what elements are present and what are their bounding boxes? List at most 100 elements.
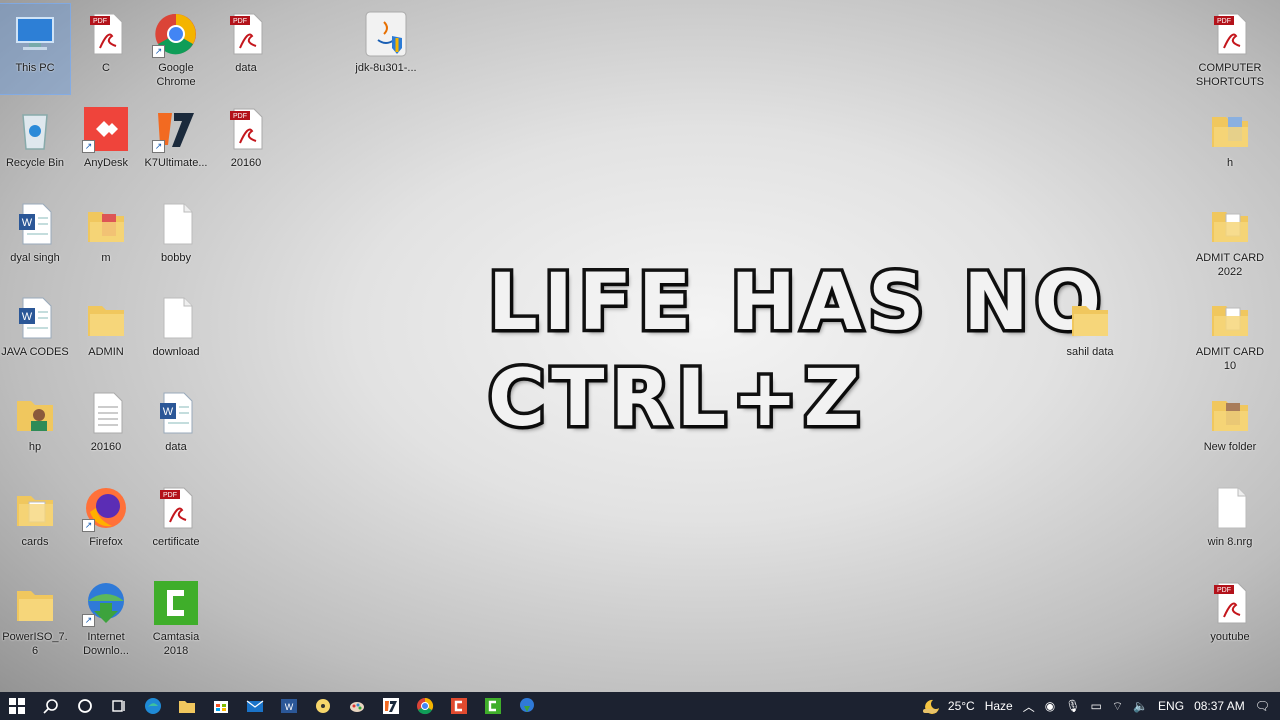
word-doc-icon: W <box>11 200 59 248</box>
weather-temp[interactable]: 25°C <box>948 699 975 713</box>
desktop-icon-label: Google Chrome <box>156 62 196 88</box>
shortcut-arrow-icon: ↗ <box>152 45 165 58</box>
svg-text:PDF: PDF <box>233 113 247 120</box>
desktop-icon-label: data <box>235 62 257 74</box>
desktop-icon-dyal-singh[interactable]: W dyal singh <box>0 194 70 284</box>
mail-icon <box>246 700 264 712</box>
desktop-icon-label: certificate <box>152 536 200 548</box>
desktop-icon-admit-card-2022[interactable]: ADMIT CARD 2022 <box>1195 194 1265 284</box>
desktop-icon-recycle-bin[interactable]: Recycle Bin <box>0 99 70 189</box>
desktop-icon-computer-shortcuts[interactable]: PDF COMPUTER SHORTCUTS <box>1195 4 1265 94</box>
svg-text:PDF: PDF <box>93 18 107 25</box>
word-doc-icon: W <box>11 294 59 342</box>
language-indicator[interactable]: ENG <box>1158 699 1184 713</box>
desktop-icon-bobby[interactable]: bobby <box>141 194 211 284</box>
desktop-icon-java-codes[interactable]: W JAVA CODES <box>0 288 70 378</box>
weather-condition[interactable]: Haze <box>985 699 1013 713</box>
svg-text:W: W <box>285 702 294 712</box>
taskbar-idm[interactable] <box>510 692 544 720</box>
desktop-icon-anydesk[interactable]: ↗ AnyDesk <box>71 99 141 189</box>
desktop-icon-poweriso[interactable]: PowerISO_7.6 <box>0 573 70 663</box>
pdf-file-icon: PDF <box>222 105 270 153</box>
desktop-icon-data-doc[interactable]: W data <box>141 383 211 473</box>
desktop-icon-label: sahil data <box>1066 346 1114 358</box>
desktop-icon-label: This PC <box>15 62 55 74</box>
desktop-icon-win8-nrg[interactable]: win 8.nrg <box>1195 478 1265 568</box>
desktop-icon-cards[interactable]: cards <box>0 478 70 568</box>
word-doc-icon: W <box>152 389 200 437</box>
desktop-icon-new-folder[interactable]: New folder <box>1195 383 1265 473</box>
taskbar-file-explorer[interactable] <box>170 692 204 720</box>
taskbar-paint[interactable] <box>340 692 374 720</box>
desktop-icon-label: ADMIT CARD 10 <box>1195 346 1265 372</box>
desktop-icon-sahil-data[interactable]: sahil data <box>1055 288 1125 378</box>
k7-icon <box>383 698 399 714</box>
desktop-icon-idm[interactable]: ↗ Internet Downlo... <box>71 573 141 663</box>
notification-icon[interactable]: 🗨 <box>1255 699 1270 713</box>
task-view-button[interactable] <box>102 692 136 720</box>
desktop-icon-label: 20160 <box>90 441 122 453</box>
desktop[interactable]: LIFE HAS NO CTRL+Z This PC Recycle Bin W… <box>0 0 1280 692</box>
desktop-icon-google-chrome[interactable]: ↗ Google Chrome <box>141 4 211 94</box>
paint-icon <box>350 702 364 712</box>
microphone-icon[interactable]: 🎙 <box>1065 699 1080 713</box>
folder-icon <box>82 294 130 342</box>
taskbar-store[interactable] <box>204 692 238 720</box>
cortana-button[interactable] <box>68 692 102 720</box>
taskbar-media-player[interactable] <box>306 692 340 720</box>
taskbar-camtasia[interactable] <box>476 692 510 720</box>
desktop-icon-m[interactable]: m <box>71 194 141 284</box>
taskbar-edge[interactable] <box>136 692 170 720</box>
edge-icon <box>145 698 161 714</box>
desktop-icon-c[interactable]: PDF C <box>71 4 141 94</box>
folder-icon <box>1206 105 1254 153</box>
wifi-icon[interactable]: ⌔ <box>1112 699 1123 714</box>
k7-icon: ↗ <box>152 105 200 153</box>
folder-icon <box>82 200 130 248</box>
desktop-icon-admit-card-10[interactable]: ADMIT CARD 10 <box>1195 288 1265 378</box>
battery-icon[interactable]: ▭ <box>1090 699 1101 713</box>
desktop-icon-label: JAVA CODES <box>1 346 69 358</box>
desktop-icon-hp[interactable]: hp <box>0 383 70 473</box>
desktop-icon-admin[interactable]: ADMIN <box>71 288 141 378</box>
system-tray: 25°C Haze ︿ ◉ 🎙 ▭ ⌔ 🔈 ENG 08:37 AM 🗨 <box>921 692 1280 720</box>
folder-icon <box>1066 294 1114 342</box>
desktop-icon-download[interactable]: download <box>141 288 211 378</box>
desktop-icon-20160-pdf[interactable]: PDF 20160 <box>211 99 281 189</box>
taskbar-chrome[interactable] <box>408 692 442 720</box>
folder-icon <box>1206 389 1254 437</box>
pdf-file-icon: PDF <box>222 10 270 58</box>
volume-icon[interactable]: 🔈 <box>1133 699 1148 713</box>
record-icon[interactable]: ◉ <box>1045 699 1055 713</box>
desktop-icon-firefox[interactable]: ↗ Firefox <box>71 478 141 568</box>
desktop-icon-label: ADMIN <box>88 346 124 358</box>
taskbar-camtasia-recorder[interactable] <box>442 692 476 720</box>
desktop-icon-certificate[interactable]: PDF certificate <box>141 478 211 568</box>
search-button[interactable] <box>34 692 68 720</box>
taskbar: W 25°C Haze ︿ ◉ 🎙 ▭ ⌔ 🔈 ENG 08:37 AM 🗨 <box>0 692 1280 720</box>
chrome-icon: ↗ <box>152 10 200 58</box>
camtasia-recorder-icon <box>451 698 467 714</box>
desktop-icon-label: bobby <box>161 252 191 264</box>
desktop-icon-20160-text[interactable]: 20160 <box>71 383 141 473</box>
svg-text:W: W <box>163 406 174 418</box>
desktop-icon-data-pdf[interactable]: PDF data <box>211 4 281 94</box>
chevron-up-icon[interactable]: ︿ <box>1023 698 1035 715</box>
recycle-bin-icon <box>11 105 59 153</box>
desktop-icon-this-pc[interactable]: This PC <box>0 3 71 95</box>
word-icon: W <box>281 699 297 713</box>
start-button[interactable] <box>0 692 34 720</box>
taskbar-mail[interactable] <box>238 692 272 720</box>
desktop-icon-youtube[interactable]: PDF youtube <box>1195 573 1265 663</box>
taskbar-k7[interactable] <box>374 692 408 720</box>
desktop-icon-jdk[interactable]: jdk-8u301-... <box>351 4 421 94</box>
chrome-icon <box>417 697 434 715</box>
taskbar-word[interactable]: W <box>272 692 306 720</box>
java-installer-icon <box>362 10 410 58</box>
desktop-icon-k7ultimate[interactable]: ↗ K7Ultimate... <box>141 99 211 189</box>
shortcut-arrow-icon: ↗ <box>82 519 95 532</box>
desktop-icon-h[interactable]: h <box>1195 99 1265 189</box>
desktop-icon-camtasia[interactable]: Camtasia 2018 <box>141 573 211 663</box>
clock[interactable]: 08:37 AM <box>1194 699 1245 713</box>
search-icon <box>43 699 58 714</box>
